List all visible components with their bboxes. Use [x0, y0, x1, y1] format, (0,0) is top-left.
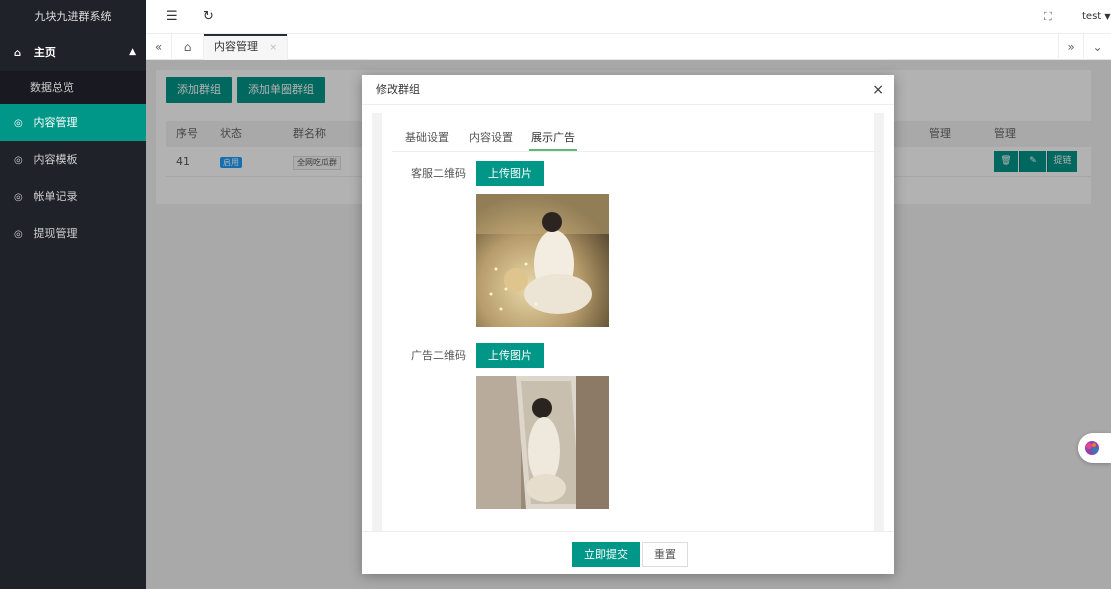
dialog-footer: 立即提交 重置 — [362, 531, 894, 574]
reset-button[interactable]: 重置 — [642, 542, 688, 567]
dialog-panel: 基础设置 内容设置 展示广告 客服二维码 上传图片 广告二维码 上传图片 — [382, 113, 882, 531]
edit-group-dialog: 修改群组 × 基础设置 内容设置 展示广告 客服二维码 上传图片 广告二维码 上… — [362, 75, 894, 574]
ad-qr-image — [476, 376, 609, 509]
tabs-scroll-right-icon[interactable]: » — [1058, 34, 1084, 60]
tabs-dropdown-icon[interactable]: ⌄ — [1084, 34, 1111, 60]
home-tab-icon[interactable]: ⌂ — [172, 34, 204, 60]
caret-down-icon: ▼ — [1104, 12, 1111, 21]
sidebar-item-content[interactable]: ◎ 内容管理 — [0, 104, 146, 141]
sidebar-item-label: 帐单记录 — [33, 190, 78, 203]
sidebar-item-label: 内容模板 — [33, 153, 78, 166]
user-menu[interactable]: test ▼ — [1082, 0, 1111, 34]
upload-ad-qr-button[interactable]: 上传图片 — [476, 343, 544, 368]
refresh-icon[interactable]: ↻ — [203, 0, 214, 34]
tab-content-management[interactable]: 内容管理 × — [204, 34, 289, 60]
tab-content-settings[interactable]: 内容设置 — [469, 125, 513, 151]
upload-service-qr-button[interactable]: 上传图片 — [476, 161, 544, 186]
shield-icon: ◎ — [14, 118, 23, 129]
tabs-scroll-left-icon[interactable]: « — [146, 34, 172, 60]
field-label: 客服二维码 — [411, 167, 466, 180]
shield-icon: ◎ — [14, 229, 23, 240]
service-qr-image — [476, 194, 609, 327]
app-title: 九块九进群系统 — [34, 10, 112, 23]
dialog-body: 基础设置 内容设置 展示广告 客服二维码 上传图片 广告二维码 上传图片 — [372, 113, 884, 531]
sidebar-item-label: 内容管理 — [33, 116, 78, 129]
shield-icon: ◎ — [14, 192, 23, 203]
submit-button[interactable]: 立即提交 — [572, 542, 640, 567]
close-icon[interactable]: × — [270, 43, 278, 53]
sidebar: 九块九进群系统 ⌂ 主页 ▲ 数据总览 ◎ 内容管理 ◎ 内容模板 ◎ 帐单记录… — [0, 0, 146, 589]
fullscreen-icon[interactable]: ⛶ — [1044, 0, 1052, 34]
dialog-title: 修改群组 — [362, 75, 894, 105]
field-label: 广告二维码 — [411, 349, 466, 362]
sidebar-item-bills[interactable]: ◎ 帐单记录 — [0, 178, 146, 215]
sidebar-subitem-overview[interactable]: 数据总览 — [0, 71, 146, 104]
close-icon[interactable]: × — [872, 75, 884, 105]
caret-up-icon: ▲ — [129, 47, 136, 57]
shield-icon: ◎ — [14, 155, 23, 166]
sidebar-item-template[interactable]: ◎ 内容模板 — [0, 141, 146, 178]
username: test — [1082, 11, 1102, 22]
sidebar-item-home[interactable]: ⌂ 主页 ▲ — [0, 34, 146, 71]
tab-label: 内容管理 — [214, 40, 258, 53]
top-header: ☰ ↻ ⛶ test ▼ — [146, 0, 1111, 34]
sidebar-item-label: 提现管理 — [33, 227, 78, 240]
home-icon: ⌂ — [14, 48, 22, 59]
tab-basic-settings[interactable]: 基础设置 — [405, 125, 449, 151]
tabs-bar: « ⌂ 内容管理 × » ⌄ — [146, 34, 1111, 60]
sidebar-item-label: 主页 — [33, 46, 56, 59]
sidebar-item-withdraw[interactable]: ◎ 提现管理 — [0, 215, 146, 252]
assistant-float-button[interactable] — [1078, 433, 1111, 463]
tab-display-ads[interactable]: 展示广告 — [529, 125, 577, 151]
sidebar-item-label: 数据总览 — [30, 81, 74, 94]
brain-icon — [1085, 441, 1099, 455]
menu-toggle-icon[interactable]: ☰ — [166, 0, 178, 34]
